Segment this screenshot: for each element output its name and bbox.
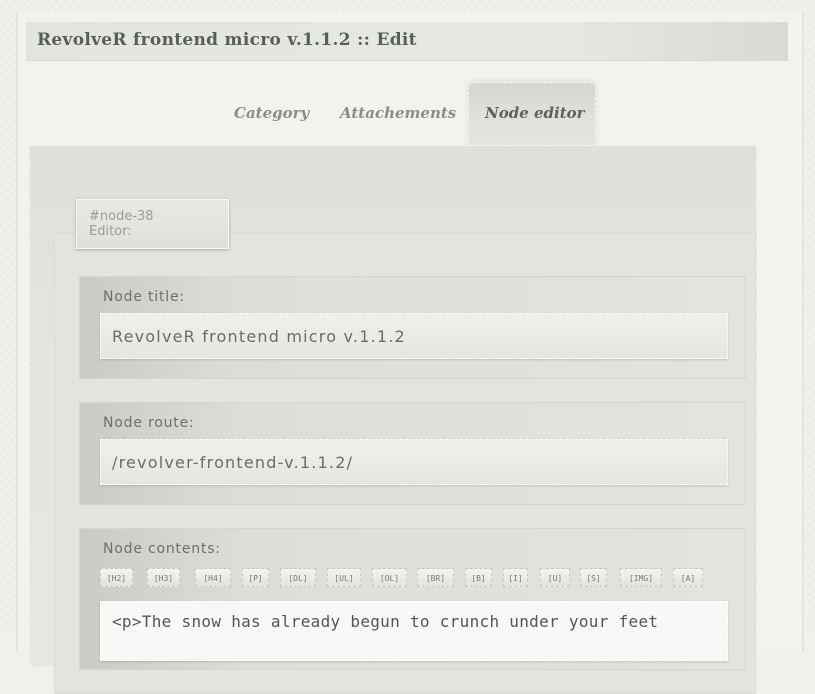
node-contents-textarea[interactable]: <p>The snow has already begun to crunch …	[100, 601, 728, 661]
node-title-field: Node title: RevolveR frontend micro v.1.…	[79, 276, 746, 379]
toolbar-p-button[interactable]: [P]	[242, 568, 269, 587]
tab-node-editor[interactable]: Node editor	[468, 82, 596, 147]
toolbar-b-button[interactable]: [B]	[465, 568, 492, 587]
node-editor-panel: #node-38 Editor: Node title: RevolveR fr…	[29, 145, 757, 694]
node-title-label: Node title:	[103, 289, 185, 305]
node-contents-label: Node contents:	[103, 541, 221, 557]
node-caption: Editor:	[89, 224, 132, 239]
toolbar-u-button[interactable]: [U]	[540, 568, 570, 587]
node-route-label: Node route:	[103, 415, 195, 431]
toolbar-a-button[interactable]: [A]	[673, 568, 703, 587]
node-id-label: #node-38 Editor:	[76, 199, 229, 249]
node-title-input[interactable]: RevolveR frontend micro v.1.1.2	[100, 313, 728, 359]
toolbar-ul-button[interactable]: [UL]	[327, 568, 361, 587]
toolbar-dl-button[interactable]: [DL]	[280, 568, 316, 587]
window-title: RevolveR frontend micro v.1.1.2 :: Edit	[37, 30, 417, 50]
toolbar-h4-button[interactable]: [H4]	[195, 568, 231, 587]
toolbar-s-button[interactable]: [S]	[580, 568, 607, 587]
toolbar-h2-button[interactable]: [H2]	[100, 568, 133, 587]
window-titlebar: RevolveR frontend micro v.1.1.2 :: Edit	[26, 22, 788, 61]
node-contents-field: Node contents: [H2] [H3] [H4] [P] [DL] […	[79, 528, 746, 670]
toolbar-h3-button[interactable]: [H3]	[147, 568, 180, 587]
toolbar-br-button[interactable]: [BR]	[417, 568, 454, 587]
toolbar-img-button[interactable]: [IMG]	[620, 568, 662, 587]
tab-node-editor-label: Node editor	[485, 104, 585, 122]
node-id: #node-38	[89, 209, 154, 224]
app-window: RevolveR frontend micro v.1.1.2 :: Edit …	[16, 12, 804, 694]
node-route-field: Node route: /revolver-frontend-v.1.1.2/	[79, 402, 746, 505]
node-route-input[interactable]: /revolver-frontend-v.1.1.2/	[100, 439, 728, 485]
tab-category[interactable]: Category	[234, 104, 309, 122]
toolbar-i-button[interactable]: [I]	[503, 568, 528, 587]
toolbar-ol-button[interactable]: [OL]	[372, 568, 407, 587]
tab-attachements[interactable]: Attachements	[340, 104, 456, 122]
